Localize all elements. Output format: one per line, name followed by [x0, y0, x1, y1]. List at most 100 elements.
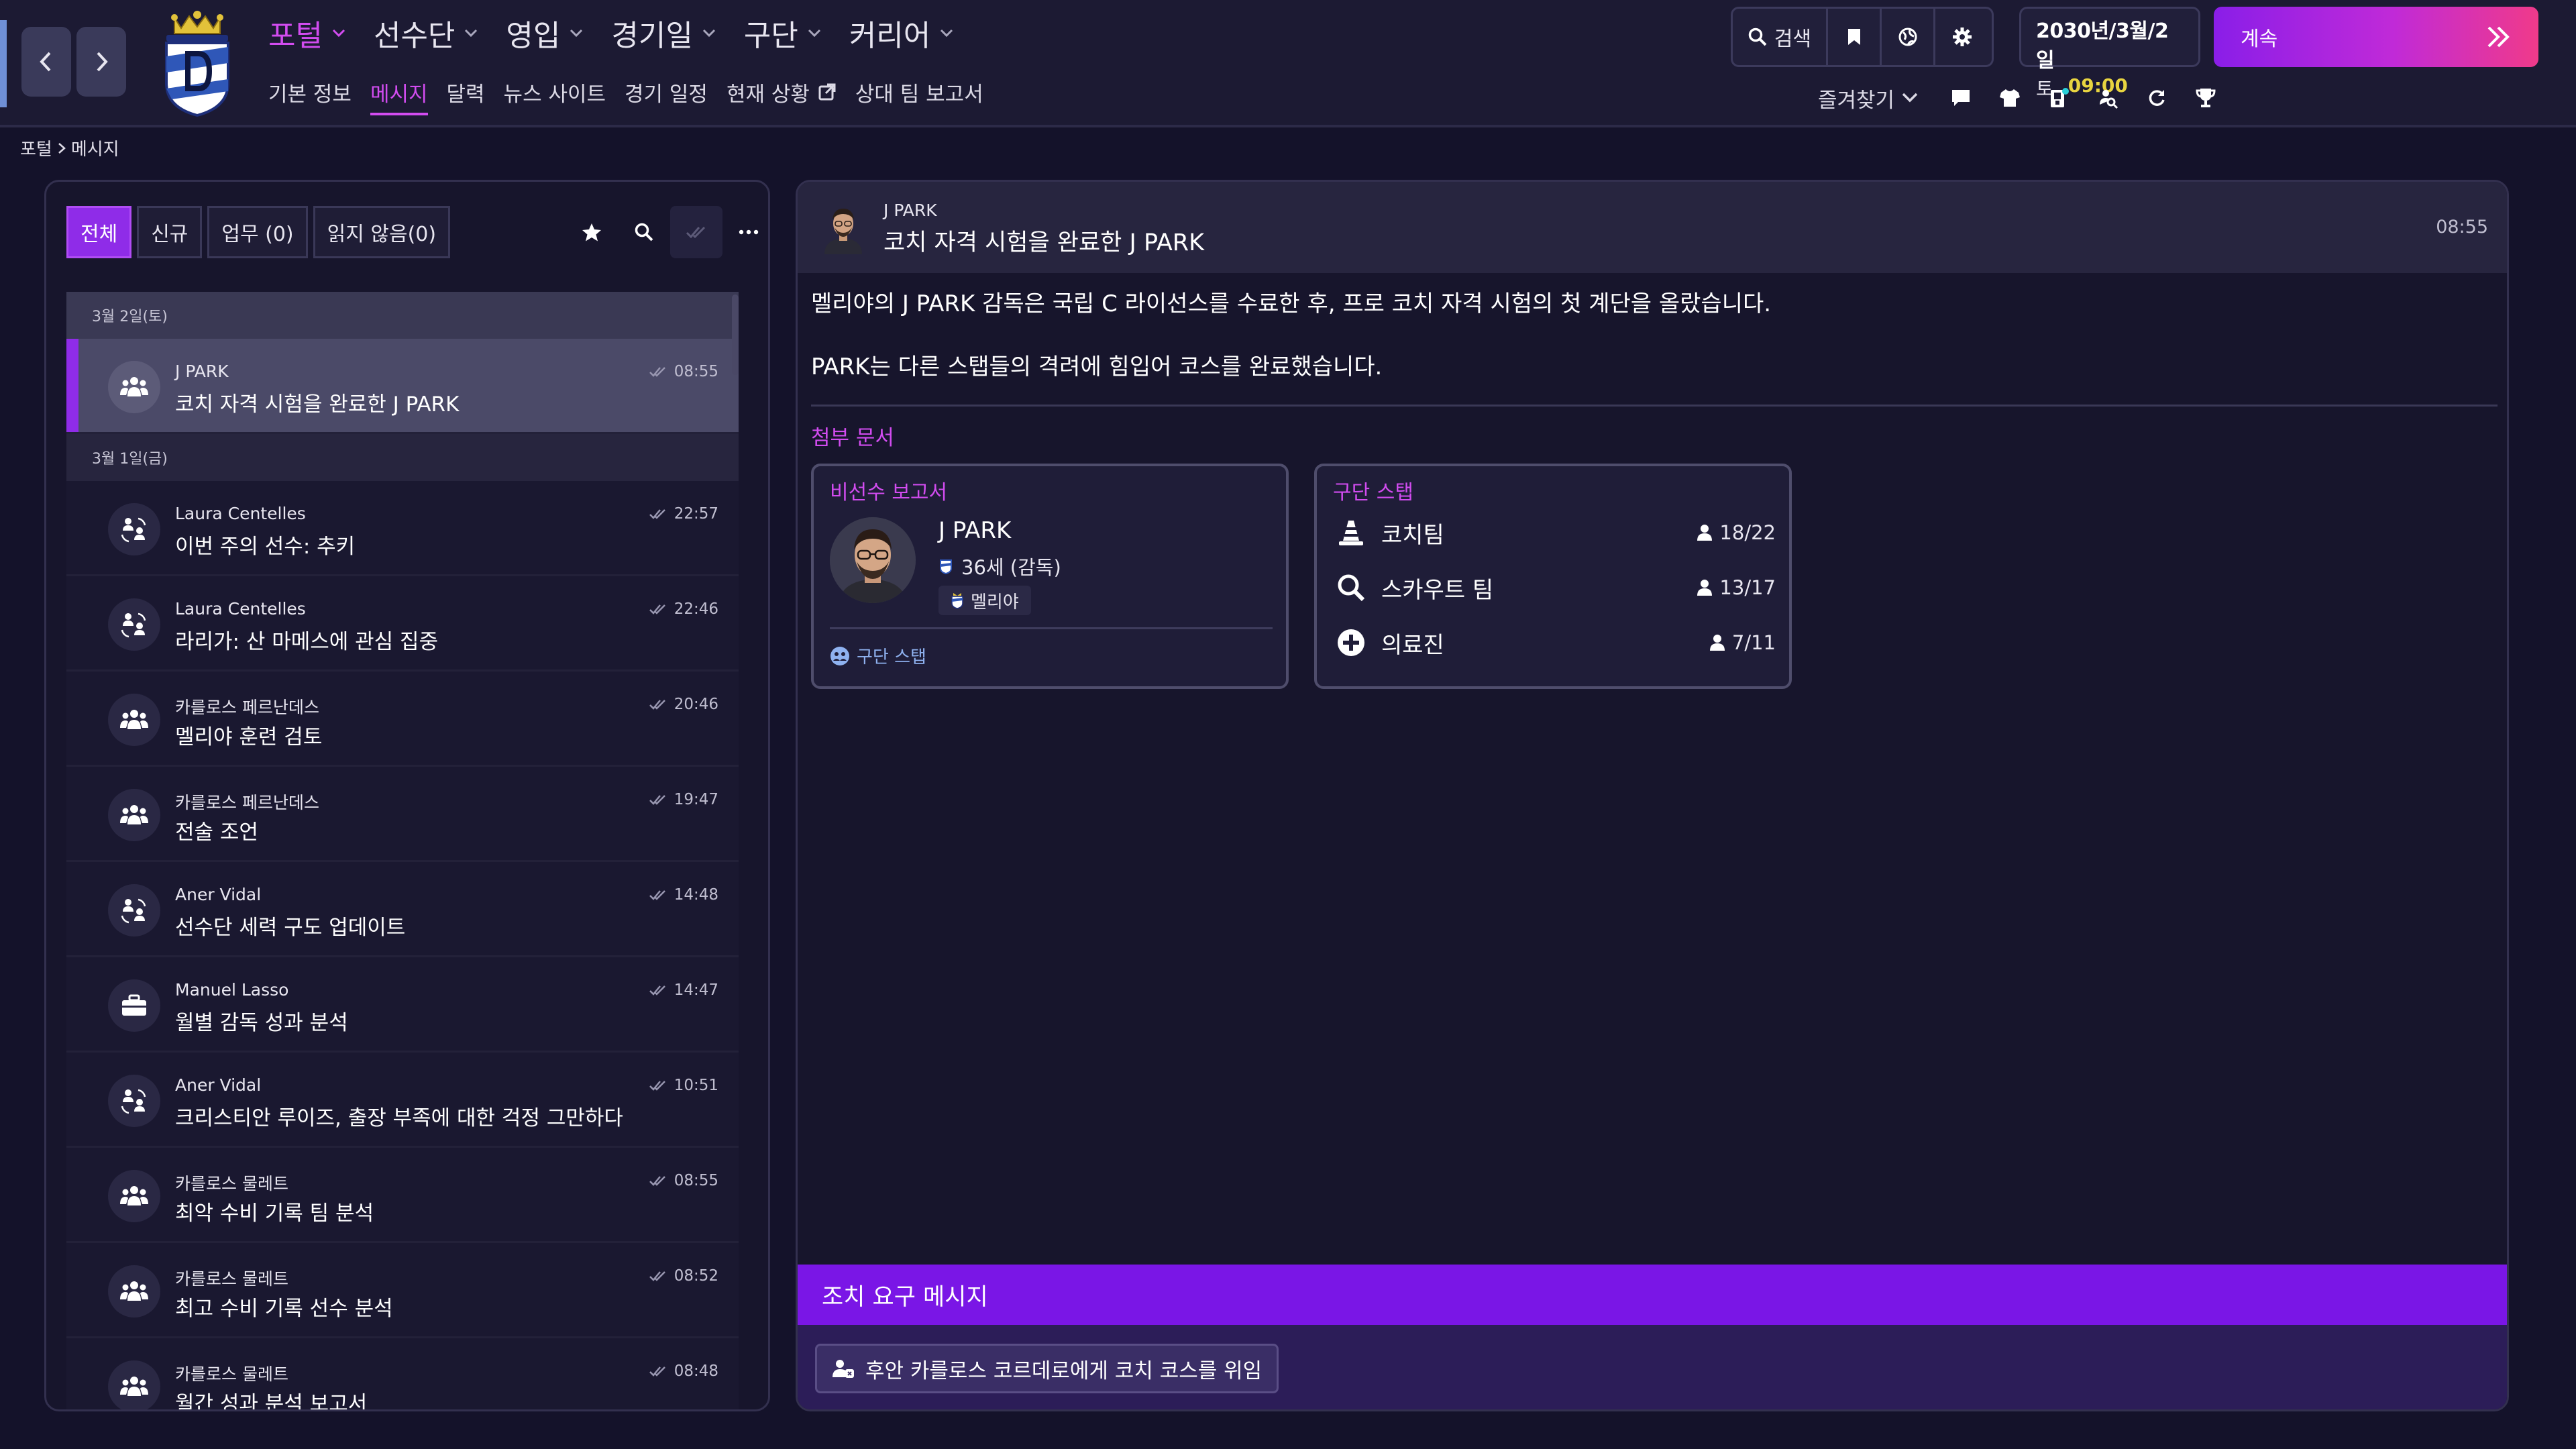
tab-calendar[interactable]: 달력 [447, 77, 485, 107]
filter-tasks[interactable]: 업무 (0) [207, 206, 308, 258]
message-row[interactable]: Laura Centelles 이번 주의 선수: 추키 22:57 [66, 481, 739, 576]
message-header: J PARK 코치 자격 시험을 완료한 J PARK 08:55 [798, 182, 2507, 273]
staff-row-coaching[interactable]: 코치팀 18/22 [1333, 511, 1776, 555]
fav-trophy[interactable] [2181, 79, 2230, 117]
tab-fixtures[interactable]: 경기 일정 [625, 77, 708, 107]
message-sender: 카를로스 물레트 [175, 1364, 288, 1384]
message-sender: Aner Vidal [175, 885, 262, 904]
person-icon [1697, 580, 1713, 596]
favorites-label[interactable]: 즐겨찾기 [1818, 83, 1894, 113]
game-date[interactable]: 2030년/3월/2일 토 09:00 [2019, 7, 2200, 100]
tab-messages[interactable]: 메시지 [370, 77, 428, 115]
message-list-scrollbar[interactable] [732, 294, 739, 375]
sub-menu: 기본 정보 메시지 달력 뉴스 사이트 경기 일정 현재 상황 상대 팀 보고서 [268, 75, 1002, 115]
fav-kit[interactable] [1985, 79, 2034, 117]
staff-row-scouting[interactable]: 스카우트 팀 13/17 [1333, 566, 1776, 610]
avatar [108, 789, 160, 841]
external-link-icon [818, 83, 836, 101]
double-check-icon [649, 700, 665, 710]
double-check-icon [649, 985, 665, 996]
time-text: 14:47 [674, 981, 718, 999]
chevron-left-icon [40, 52, 51, 72]
double-check-icon [686, 226, 706, 239]
filter-unread[interactable]: 읽지 않음(0) [313, 206, 451, 258]
message-time: 14:47 [649, 981, 718, 999]
message-time: 08:48 [649, 1362, 718, 1380]
breadcrumb-root[interactable]: 포털 [20, 136, 52, 160]
search-button[interactable]: 검색 [1733, 9, 1828, 65]
settings-button[interactable] [1935, 9, 1989, 65]
menu-transfers[interactable]: 영입 [506, 11, 583, 54]
more-options-button[interactable] [722, 206, 768, 258]
group-icon [120, 710, 148, 729]
briefcase-icon [122, 994, 146, 1016]
menu-squad[interactable]: 선수단 [374, 11, 478, 54]
toolbar-group: 검색 [1731, 7, 1994, 67]
staff-department-count: 7/11 [1709, 631, 1776, 654]
club-name: 멜리야 [971, 592, 1019, 612]
filter-new[interactable]: 신규 [137, 206, 203, 258]
fav-scouting[interactable] [2083, 79, 2132, 117]
bookmark-button[interactable] [1828, 9, 1882, 65]
menu-club[interactable]: 구단 [744, 11, 821, 54]
message-row[interactable]: Laura Centelles 라리가: 산 마메스에 관심 집중 22:46 [66, 576, 739, 672]
message-row[interactable]: Manuel Lasso 월별 감독 성과 분석 14:47 [66, 957, 739, 1053]
chevron-down-icon[interactable] [1901, 92, 1919, 104]
message-body-paragraph: PARK는 다른 스탭들의 격려에 힘입어 코스를 완료했습니다. [811, 354, 1383, 380]
message-sender: 카를로스 물레트 [175, 1269, 288, 1289]
club-crest-icon[interactable] [160, 9, 235, 117]
delegate-course-button[interactable]: 후안 카를로스 코르데로에게 코치 코스를 위임 [815, 1344, 1279, 1393]
sender-avatar[interactable] [818, 201, 869, 254]
continue-button[interactable]: 계속 [2214, 7, 2538, 67]
mark-read-button[interactable] [670, 206, 722, 258]
club-staff-link[interactable]: 구단 스탭 [830, 643, 926, 668]
world-button[interactable] [1882, 9, 1935, 65]
favorites-bar: 즐겨찾기 [1818, 79, 2230, 117]
tab-status[interactable]: 현재 상황 [727, 77, 837, 107]
double-check-icon [649, 1366, 665, 1377]
menu-portal[interactable]: 포털 [268, 11, 345, 54]
message-sender[interactable]: J PARK [883, 201, 937, 220]
fav-chat[interactable] [1936, 79, 1985, 117]
club-badge-icon [940, 559, 952, 575]
inbox-search-button[interactable] [618, 206, 670, 258]
message-row[interactable]: 카를로스 물레트 최고 수비 기록 선수 분석 08:52 [66, 1243, 739, 1338]
message-row[interactable]: 카를로스 페르난데스 전술 조언 19:47 [66, 767, 739, 862]
card-title: 구단 스탭 [1333, 481, 1413, 504]
gear-icon [1953, 28, 1972, 46]
message-row[interactable]: Aner Vidal 선수단 세력 구도 업데이트 14:48 [66, 862, 739, 957]
window-accent [0, 20, 7, 107]
magnifier-icon [1338, 574, 1365, 602]
tab-news[interactable]: 뉴스 사이트 [504, 77, 606, 107]
trophy-icon [2196, 89, 2216, 107]
filter-all[interactable]: 전체 [66, 206, 132, 258]
staff-department-count: 18/22 [1697, 521, 1776, 544]
back-button[interactable] [21, 27, 71, 97]
fav-tactics[interactable] [2034, 79, 2083, 117]
club-staff-card[interactable]: 구단 스탭 코치팀 18/22 스카우트 팀 13/17 의료진 7/11 [1314, 464, 1792, 689]
message-sender: 카를로스 물레트 [175, 1174, 288, 1193]
forward-button[interactable] [76, 27, 126, 97]
double-check-icon [649, 1176, 665, 1186]
message-row[interactable]: 카를로스 페르난데스 멜리야 훈련 검토 20:46 [66, 672, 739, 767]
starred-filter-button[interactable] [566, 206, 618, 258]
message-time: 08:55 [649, 1172, 718, 1189]
message-row[interactable]: J PARK 코치 자격 시험을 완료한 J PARK 08:55 [66, 339, 739, 434]
message-subject: 코치 자격 시험을 완료한 J PARK [175, 392, 460, 417]
day-header: 3월 2일(토) [66, 292, 739, 339]
message-row[interactable]: Aner Vidal 크리스티안 루이즈, 출장 부족에 대한 걱정 그만하다 … [66, 1053, 739, 1148]
staff-report-card[interactable]: 비선수 보고서 J PARK 36세 (감독) 멜리야 구단 스탭 [811, 464, 1289, 689]
staff-row-medical[interactable]: 의료진 7/11 [1333, 621, 1776, 665]
divider [811, 405, 2498, 407]
message-row[interactable]: 카를로스 물레트 월간 성과 분석 보고서 08:48 [66, 1338, 739, 1409]
staff-department-count: 13/17 [1697, 576, 1776, 599]
menu-matchday[interactable]: 경기일 [611, 11, 715, 54]
people-swap-icon [121, 612, 146, 638]
menu-career[interactable]: 커리어 [849, 11, 953, 54]
club-tag[interactable]: 멜리야 [938, 586, 1031, 615]
cone-icon [1339, 521, 1363, 545]
fav-refresh[interactable] [2132, 79, 2181, 117]
message-row[interactable]: 카를로스 물레트 최악 수비 기록 팀 분석 08:55 [66, 1148, 739, 1243]
tab-opponent-report[interactable]: 상대 팀 보고서 [855, 77, 983, 107]
tab-overview[interactable]: 기본 정보 [268, 77, 352, 107]
